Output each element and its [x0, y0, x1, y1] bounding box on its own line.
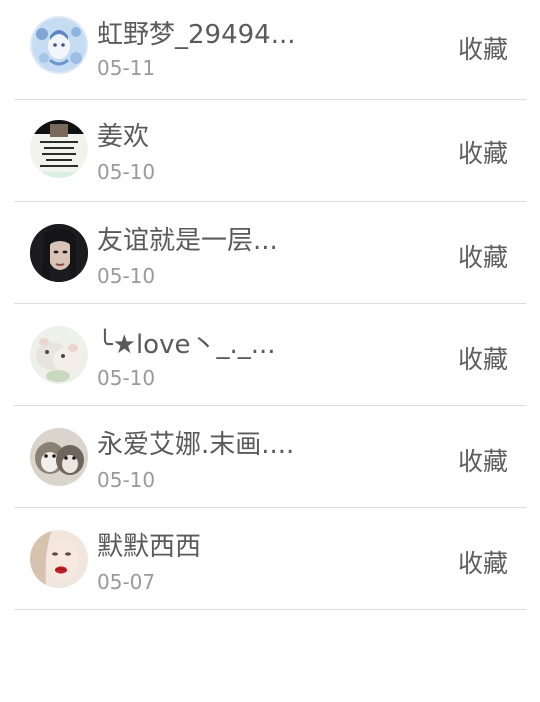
- item-date: 05-11: [97, 56, 156, 80]
- item-date: 05-10: [97, 160, 156, 184]
- list-item[interactable]: 虹野梦_29494... 05-11 收藏: [0, 0, 540, 100]
- list-item[interactable]: 永爱艾娜.末画.... 05-10 收藏: [0, 406, 540, 508]
- item-date: 05-10: [97, 366, 156, 390]
- item-name: 姜欢: [97, 122, 150, 152]
- item-name: 友谊就是一层...: [97, 226, 278, 256]
- item-date: 05-10: [97, 264, 156, 288]
- favorite-button[interactable]: 收藏: [458, 544, 508, 580]
- favorite-button[interactable]: 收藏: [458, 340, 508, 376]
- favorite-button[interactable]: 收藏: [458, 134, 508, 170]
- list-item[interactable]: 默默西西 05-07 收藏: [0, 508, 540, 610]
- favorite-button[interactable]: 收藏: [458, 442, 508, 478]
- avatar[interactable]: [30, 224, 88, 282]
- favorite-button[interactable]: 收藏: [458, 30, 508, 66]
- avatar[interactable]: [30, 530, 88, 588]
- avatar[interactable]: [30, 120, 88, 178]
- list-item[interactable]: 友谊就是一层... 05-10 收藏: [0, 202, 540, 304]
- avatar[interactable]: [30, 326, 88, 384]
- list-item[interactable]: 姜欢 05-10 收藏: [0, 100, 540, 202]
- item-name: 永爱艾娜.末画....: [97, 430, 295, 460]
- item-date: 05-07: [97, 570, 156, 594]
- avatar[interactable]: [30, 16, 88, 74]
- avatar[interactable]: [30, 428, 88, 486]
- item-date: 05-10: [97, 468, 156, 492]
- divider: [14, 609, 526, 610]
- list-item[interactable]: ╰★love丶_._... 05-10 收藏: [0, 304, 540, 406]
- item-name: 默默西西: [97, 532, 202, 562]
- favorite-button[interactable]: 收藏: [458, 238, 508, 274]
- item-name: 虹野梦_29494...: [97, 20, 296, 50]
- item-name: ╰★love丶_._...: [97, 330, 276, 360]
